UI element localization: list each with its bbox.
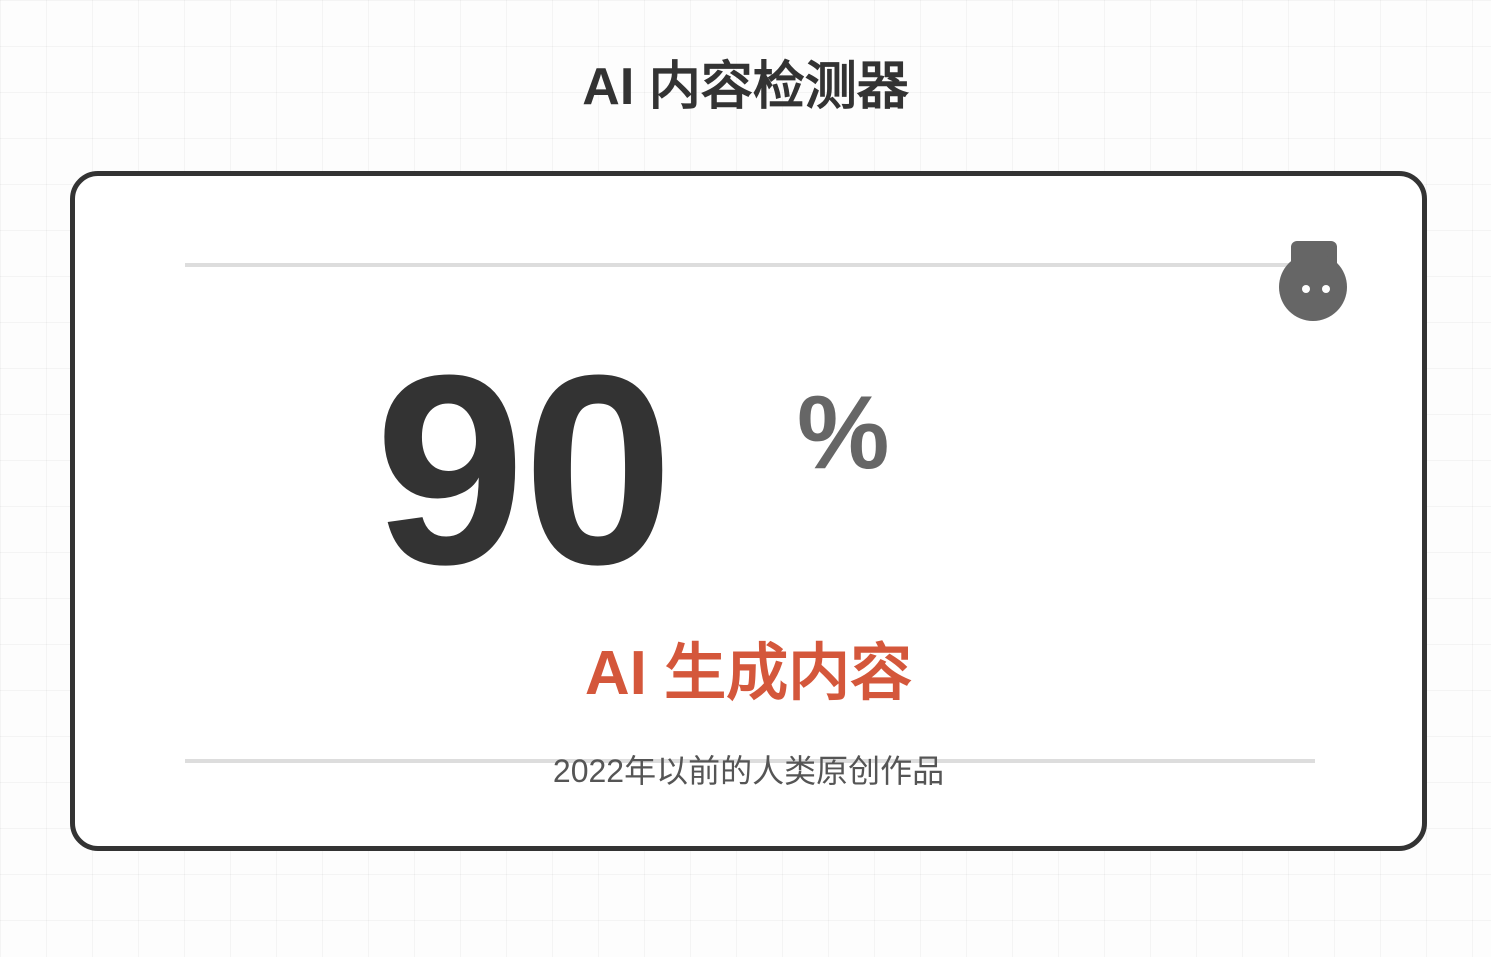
robot-eye-left <box>1302 285 1310 293</box>
page-title: AI 内容检测器 <box>582 58 909 116</box>
verdict-caption: 2022年以前的人类原创作品 <box>552 753 945 789</box>
score-unit: % <box>797 375 890 491</box>
score-value: 90 <box>375 320 673 621</box>
detector-result-card: 90 % AI 生成内容 2022年以前的人类原创作品 <box>70 171 1427 851</box>
robot-eye-right <box>1322 285 1330 293</box>
robot-head-face <box>1279 253 1347 321</box>
meter-track-top <box>185 263 1315 267</box>
robot-head-icon <box>1278 241 1348 323</box>
verdict-label: AI 生成内容 <box>584 639 913 708</box>
